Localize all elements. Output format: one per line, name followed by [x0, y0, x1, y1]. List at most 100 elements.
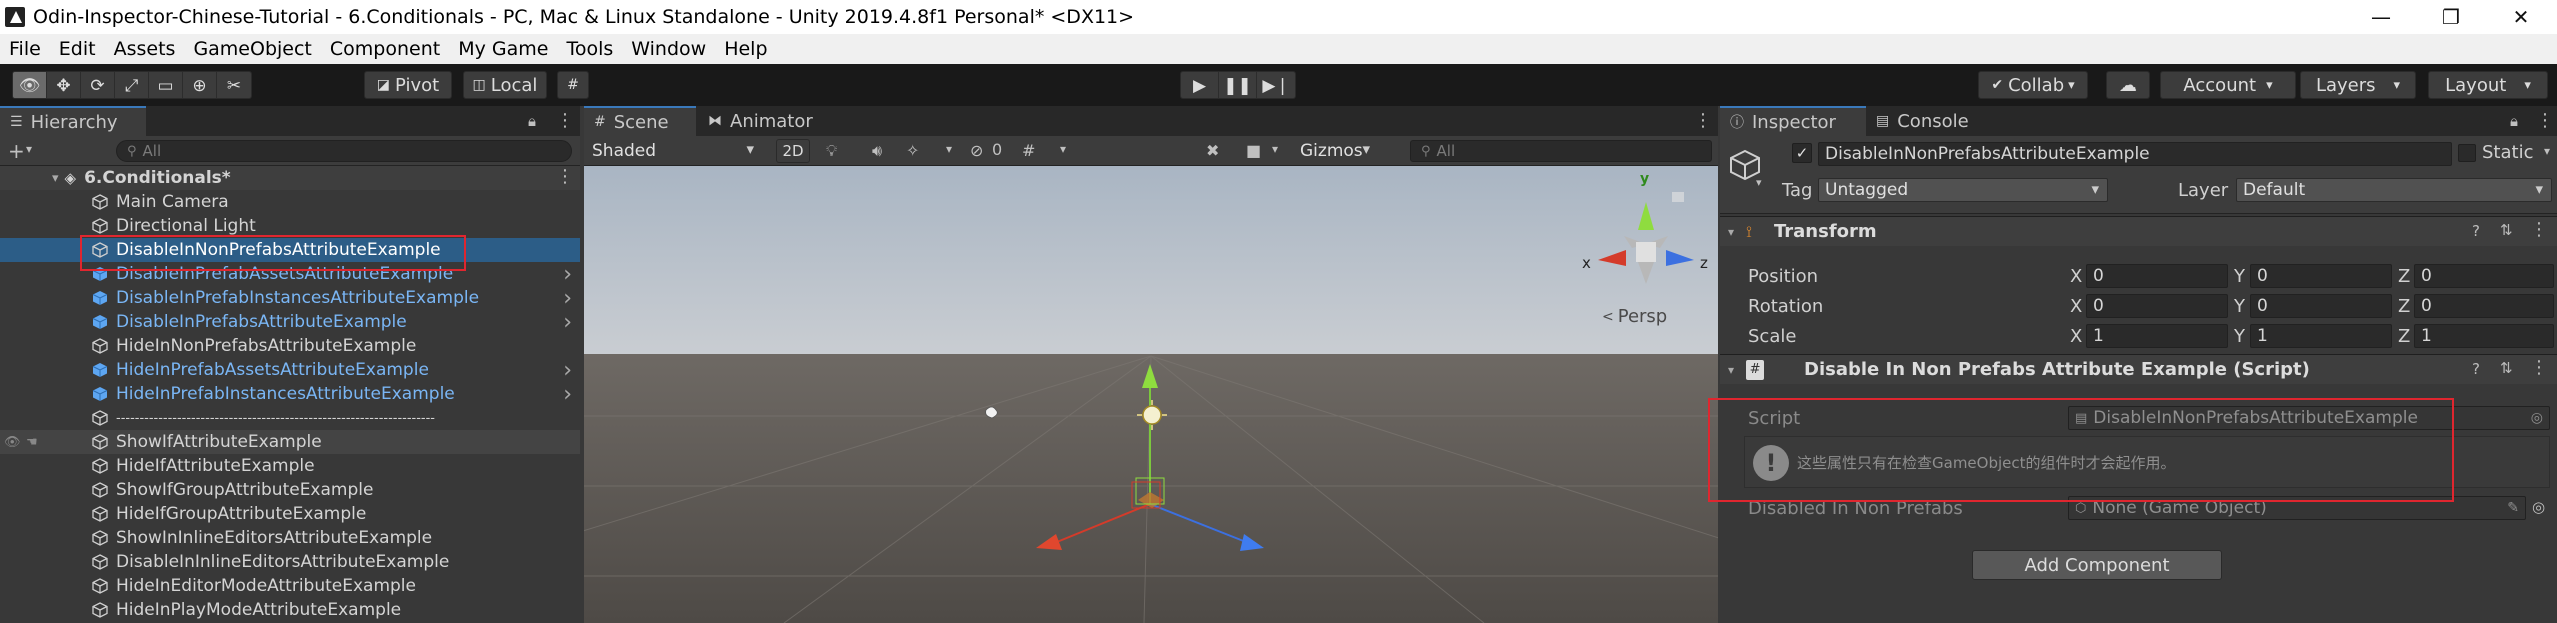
chevron-down-icon[interactable]: ▾: [946, 142, 952, 156]
scale-tool-icon[interactable]: ⤢: [115, 72, 149, 98]
transform-header[interactable]: ▾ ⟟ Transform ? ⇅ ⋮: [1720, 216, 2557, 246]
create-plus-icon[interactable]: +: [8, 139, 25, 163]
grid-snap-button[interactable]: #: [557, 71, 589, 99]
position-z-field[interactable]: 0: [2414, 264, 2554, 288]
add-component-button[interactable]: Add Component: [1972, 550, 2222, 580]
view-tool-icon[interactable]: 👁: [13, 72, 47, 98]
pickable-hand-icon[interactable]: ☚: [26, 435, 38, 450]
help-icon[interactable]: ?: [2472, 360, 2480, 378]
camera-icon[interactable]: ■: [1246, 141, 1261, 160]
rotation-x-field[interactable]: 0: [2086, 294, 2228, 318]
minimize-button[interactable]: —: [2346, 0, 2416, 34]
tab-inspector[interactable]: ⓘ Inspector: [1720, 106, 1866, 136]
preset-icon[interactable]: ⇅: [2500, 359, 2513, 377]
target-icon[interactable]: ◎: [2532, 498, 2545, 516]
scale-y-field[interactable]: 1: [2250, 324, 2392, 348]
position-y-field[interactable]: 0: [2250, 264, 2392, 288]
hierarchy-item[interactable]: HideInPlayModeAttributeExample: [0, 598, 580, 622]
position-x-field[interactable]: 0: [2086, 264, 2228, 288]
hidden-objects-icon[interactable]: ⊘: [970, 141, 983, 160]
hierarchy-item[interactable]: HideInEditorModeAttributeExample: [0, 574, 580, 598]
menu-component[interactable]: Component: [321, 38, 449, 60]
chevron-down-icon[interactable]: ▾: [1272, 142, 1278, 156]
chevron-right-icon[interactable]: ›: [563, 262, 572, 287]
mode-2d-toggle[interactable]: 2D: [776, 139, 810, 163]
hierarchy-item[interactable]: HideInPrefabInstancesAttributeExample ›: [0, 382, 580, 407]
rotate-tool-icon[interactable]: ⟳: [81, 72, 115, 98]
step-button-icon[interactable]: ▶❘: [1257, 72, 1295, 98]
effects-toggle-icon[interactable]: ✧: [906, 141, 919, 160]
hierarchy-search-input[interactable]: ⚲ All: [116, 140, 572, 162]
tab-hierarchy[interactable]: ☰ Hierarchy: [0, 106, 146, 136]
static-checkbox[interactable]: [2458, 144, 2476, 162]
more-options-icon[interactable]: ⋮: [2530, 357, 2548, 378]
audio-toggle-icon[interactable]: 🔊︎: [872, 141, 882, 161]
hierarchy-item[interactable]: Main Camera: [0, 190, 580, 214]
hierarchy-item[interactable]: ShowIfAttributeExample: [0, 430, 580, 454]
close-button[interactable]: ✕: [2486, 0, 2556, 34]
menu-tools[interactable]: Tools: [557, 38, 622, 60]
chevron-down-icon[interactable]: ▾: [2544, 144, 2550, 158]
menu-gameobject[interactable]: GameObject: [184, 38, 320, 60]
chevron-right-icon[interactable]: ›: [563, 310, 572, 335]
more-options-icon[interactable]: ⋮: [1694, 110, 1712, 131]
object-name-input[interactable]: DisableInNonPrefabsAttributeExample: [1818, 142, 2452, 166]
hierarchy-item[interactable]: DisableInPrefabsAttributeExample ›: [0, 310, 580, 335]
gizmos-dropdown[interactable]: Gizmos: [1294, 139, 1378, 163]
menu-help[interactable]: Help: [715, 38, 776, 60]
pivot-toggle[interactable]: ◪ Pivot: [364, 71, 452, 99]
menu-file[interactable]: File: [0, 38, 50, 60]
local-toggle[interactable]: ◫ Local: [463, 71, 547, 99]
layers-dropdown[interactable]: Layers ▾: [2300, 71, 2416, 99]
active-checkbox[interactable]: ✓: [1792, 143, 1812, 163]
script-component-header[interactable]: ▾ # Disable In Non Prefabs Attribute Exa…: [1720, 354, 2557, 384]
rotation-z-field[interactable]: 0: [2414, 294, 2554, 318]
hierarchy-item[interactable]: HideInNonPrefabsAttributeExample: [0, 334, 580, 358]
menu-edit[interactable]: Edit: [50, 38, 105, 60]
rotation-y-field[interactable]: 0: [2250, 294, 2392, 318]
lock-icon[interactable]: 🔒︎: [528, 112, 536, 130]
help-icon[interactable]: ?: [2472, 222, 2480, 240]
chevron-down-icon[interactable]: ▾: [26, 142, 32, 156]
scale-x-field[interactable]: 1: [2086, 324, 2228, 348]
tab-scene[interactable]: # Scene: [584, 106, 696, 136]
collab-dropdown[interactable]: ✔ Collab ▾: [1978, 71, 2088, 99]
chevron-down-icon[interactable]: ▾: [1060, 142, 1066, 156]
persp-toggle[interactable]: < Persp: [1602, 306, 1667, 327]
visibility-eye-icon[interactable]: 👁: [4, 435, 21, 450]
more-options-icon[interactable]: ⋮: [556, 166, 574, 187]
hierarchy-item[interactable]: DisableInPrefabInstancesAttributeExample…: [0, 286, 580, 311]
more-options-icon[interactable]: ⋮: [2536, 110, 2554, 131]
scale-z-field[interactable]: 1: [2414, 324, 2554, 348]
menu-window[interactable]: Window: [622, 38, 715, 60]
scene-search-input[interactable]: ⚲ All: [1410, 140, 1712, 162]
menu-my-game[interactable]: My Game: [449, 38, 557, 60]
chevron-right-icon[interactable]: ›: [563, 382, 572, 407]
custom-tool-icon[interactable]: ✂: [217, 72, 251, 98]
hierarchy-item[interactable]: HideIfGroupAttributeExample: [0, 502, 580, 526]
tab-console[interactable]: ▤ Console: [1866, 106, 2002, 136]
layer-dropdown[interactable]: Default: [2236, 178, 2552, 202]
hierarchy-item[interactable]: HideInPrefabAssetsAttributeExample ›: [0, 358, 580, 383]
shading-mode-dropdown[interactable]: Shaded: [586, 139, 762, 163]
chevron-right-icon[interactable]: ›: [563, 286, 572, 311]
scene-root-row[interactable]: ▾ ◈ 6.Conditionals* ⋮: [0, 166, 580, 190]
lock-icon[interactable]: 🔒︎: [2510, 112, 2518, 130]
grid-visibility-icon[interactable]: #: [1022, 141, 1035, 160]
hierarchy-item[interactable]: ShowInInlineEditorsAttributeExample: [0, 526, 580, 550]
tab-animator[interactable]: ⧓ Animator: [698, 106, 826, 136]
play-button-icon[interactable]: ▶: [1181, 72, 1219, 98]
rect-tool-icon[interactable]: ▭: [149, 72, 183, 98]
account-dropdown[interactable]: Account ▾: [2160, 71, 2296, 99]
layout-dropdown[interactable]: Layout ▾: [2428, 71, 2548, 99]
pause-button-icon[interactable]: ❚❚: [1219, 72, 1257, 98]
menu-assets[interactable]: Assets: [105, 38, 185, 60]
more-options-icon[interactable]: ⋮: [556, 110, 574, 131]
cloud-button[interactable]: ☁: [2106, 71, 2150, 99]
tag-dropdown[interactable]: Untagged: [1818, 178, 2108, 202]
chevron-right-icon[interactable]: ›: [563, 358, 572, 383]
transform-tool-icon[interactable]: ⊕: [183, 72, 217, 98]
hierarchy-item[interactable]: ----------------------------------------…: [0, 406, 580, 430]
scene-viewport[interactable]: y x z < Persp: [584, 166, 1718, 623]
more-options-icon[interactable]: ⋮: [2530, 219, 2548, 240]
